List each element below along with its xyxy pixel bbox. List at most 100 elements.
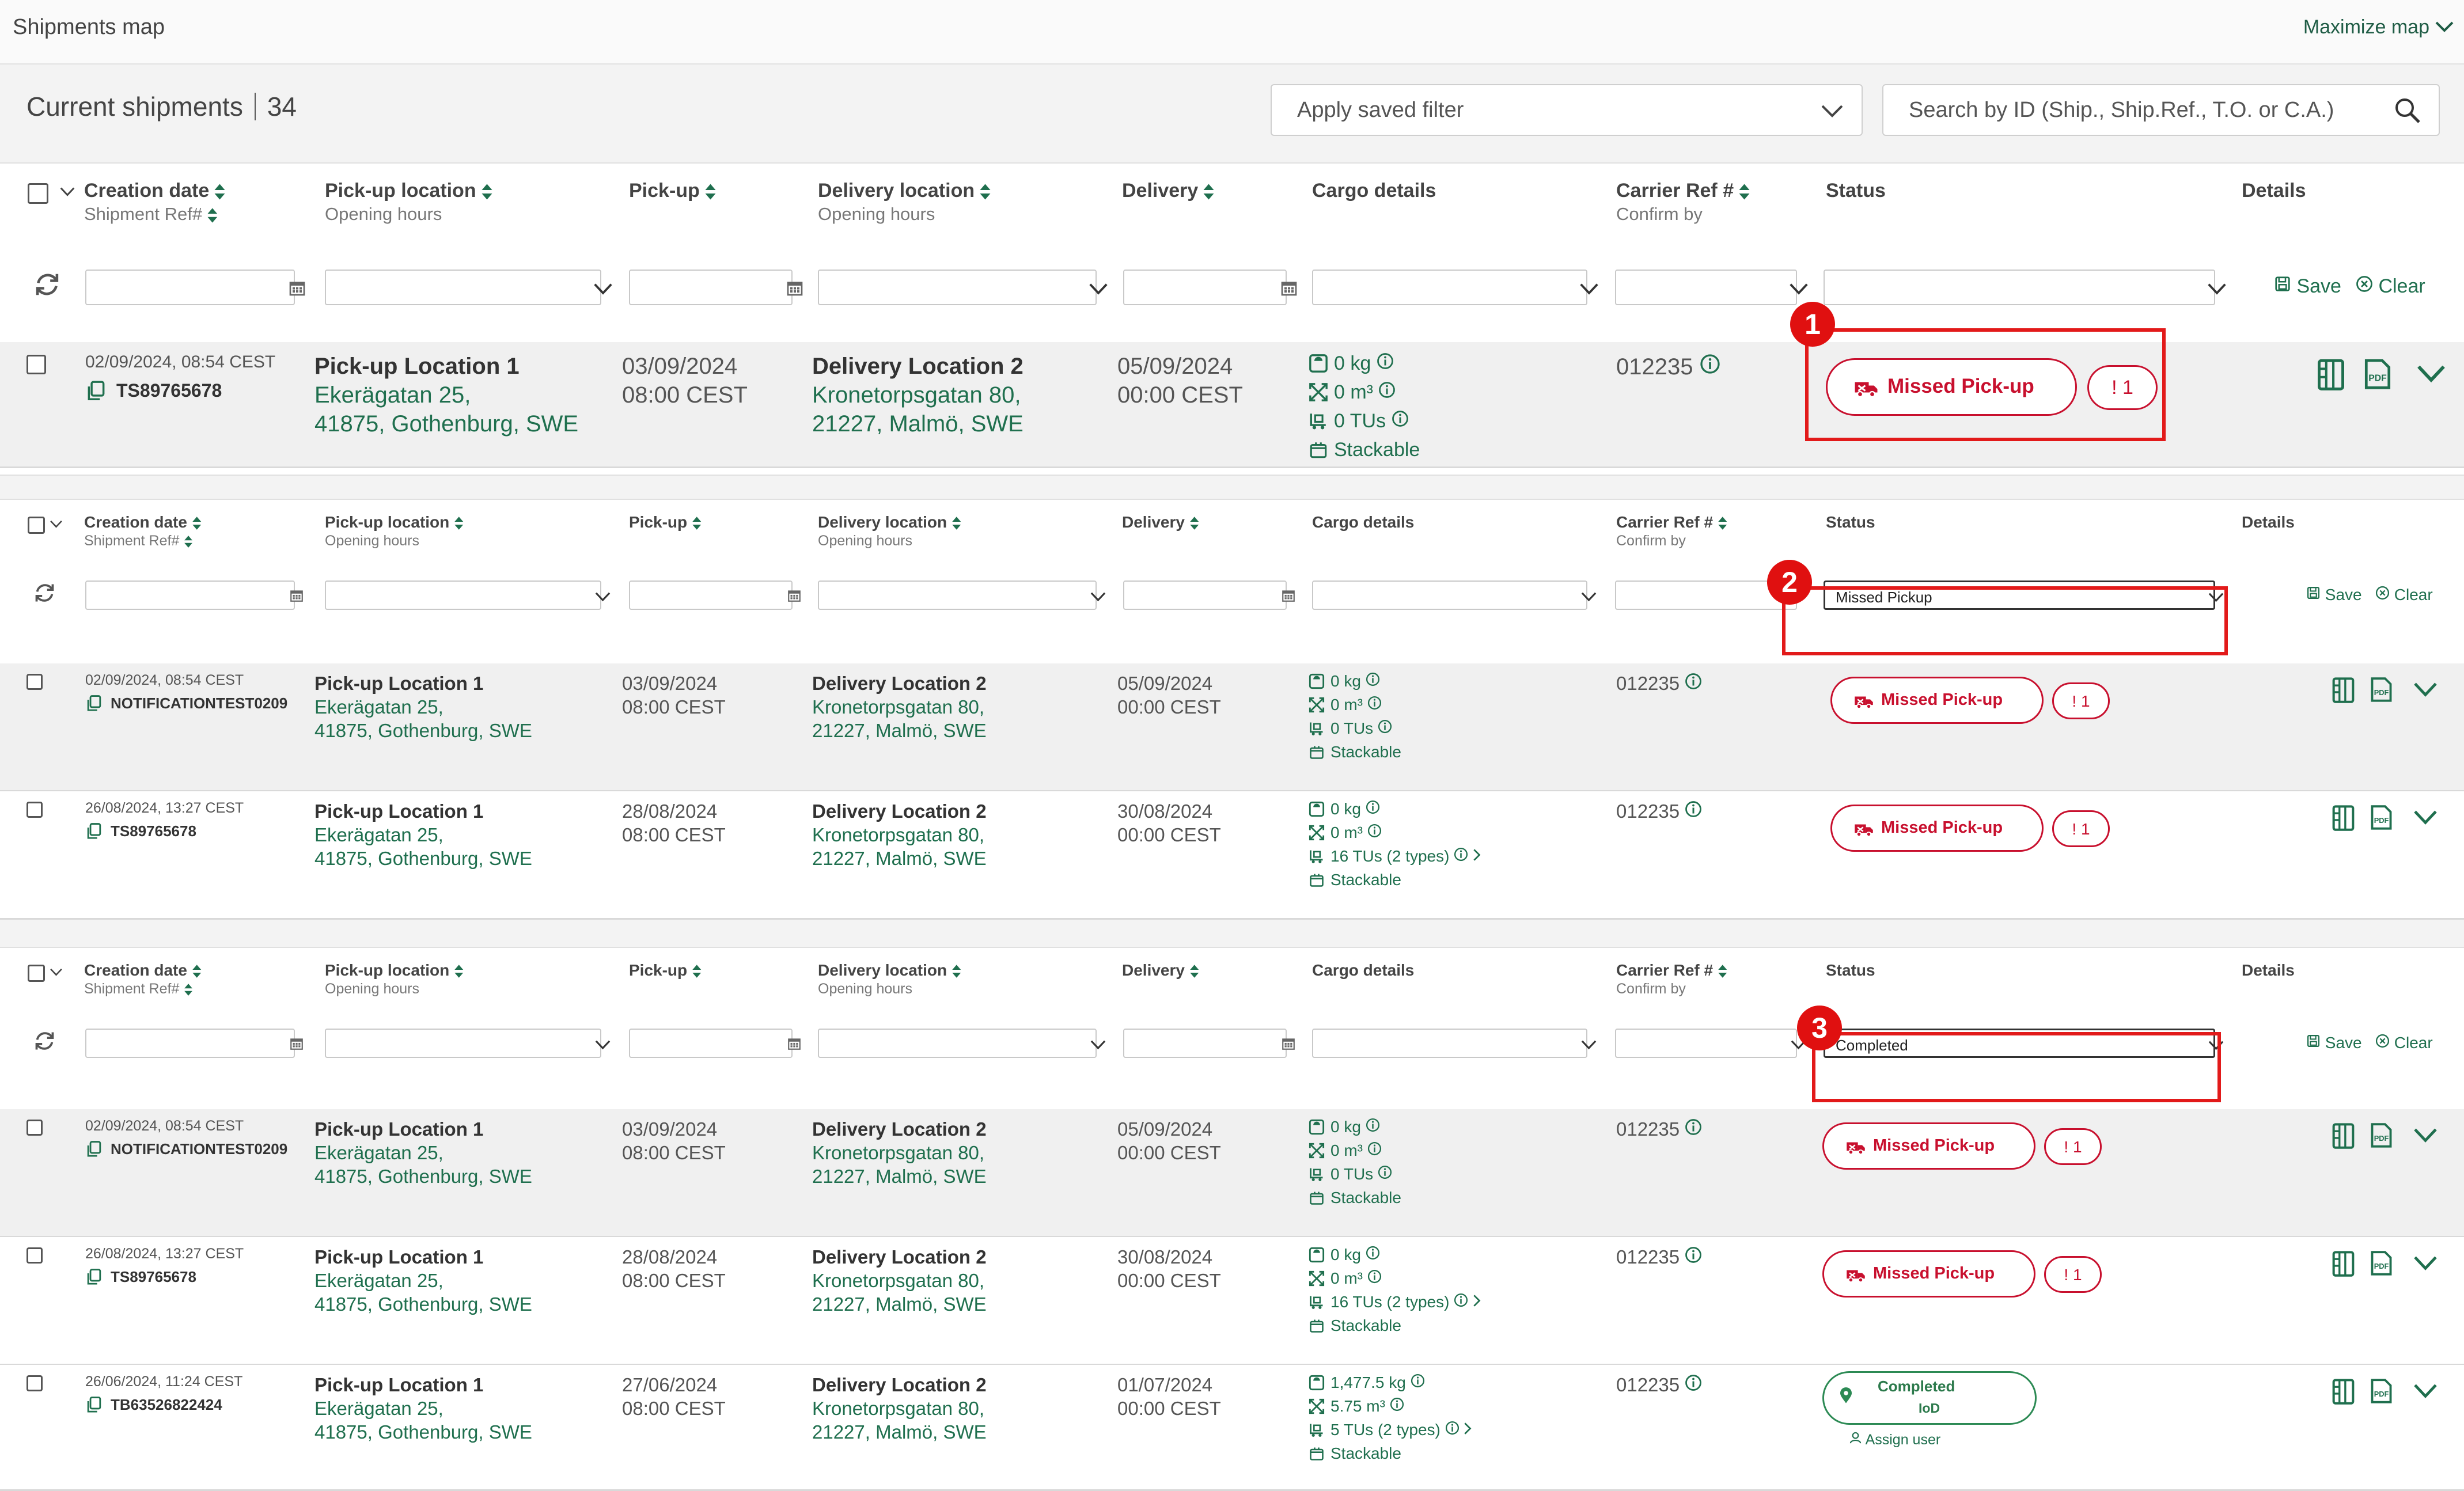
sort-icon[interactable] (692, 964, 702, 978)
info-icon[interactable] (1367, 1269, 1382, 1284)
status-badge[interactable]: Missed Pick-up (1822, 1122, 2035, 1170)
column-header-details[interactable]: Details (2242, 961, 2295, 980)
pickup-date-filter[interactable] (629, 1029, 801, 1058)
sort-icon[interactable] (184, 983, 193, 996)
info-icon[interactable] (1366, 800, 1380, 814)
sort-icon[interactable] (1203, 183, 1215, 200)
column-header-delivery[interactable]: Delivery (1122, 961, 1199, 980)
delivery-location-filter[interactable] (818, 270, 1108, 305)
info-icon[interactable] (1454, 847, 1468, 862)
column-header-cargo-details[interactable]: Cargo details (1312, 180, 1436, 202)
row-checkbox[interactable] (26, 802, 43, 818)
clear-filter-button[interactable]: Clear (2356, 275, 2425, 298)
column-header-pickup-location[interactable]: Pick-up location (325, 961, 464, 980)
delivery-location-filter[interactable] (818, 581, 1106, 610)
sort-icon[interactable] (454, 516, 464, 530)
sort-icon[interactable] (952, 516, 962, 530)
cargo-filter[interactable] (1312, 270, 1598, 305)
info-icon[interactable] (1700, 354, 1720, 374)
status-badge[interactable]: Missed Pick-up (1830, 677, 2044, 724)
calendar-icon[interactable] (288, 279, 306, 297)
calendar-icon[interactable] (1281, 1036, 1296, 1051)
pdf-icon[interactable]: PDF (2370, 805, 2393, 830)
pickup-date-filter[interactable] (629, 270, 803, 305)
row-checkbox[interactable] (26, 1247, 43, 1264)
column-header-pickup-location[interactable]: Pick-up location (325, 180, 493, 202)
table-row[interactable]: 26/08/2024, 13:27 CEST TS89765678 Pick-up … (0, 1237, 2464, 1365)
info-icon[interactable] (1390, 1397, 1404, 1412)
column-header-creation-date[interactable]: Creation date (84, 961, 202, 980)
column-header-cargo-details[interactable]: Cargo details (1312, 961, 1414, 980)
maximize-map-link[interactable]: Maximize map (2303, 16, 2429, 39)
info-icon[interactable] (1366, 672, 1380, 686)
column-header-status[interactable]: Status (1826, 513, 1875, 532)
sort-icon[interactable] (1718, 516, 1728, 530)
column-header-cargo-details[interactable]: Cargo details (1312, 513, 1414, 532)
column-header-pickup-location[interactable]: Pick-up location (325, 513, 464, 532)
delivery-date-filter[interactable] (1123, 581, 1295, 610)
info-icon[interactable] (1685, 1374, 1702, 1391)
copy-icon[interactable] (85, 1396, 103, 1414)
column-header-status[interactable]: Status (1826, 180, 1886, 202)
save-filter-button[interactable]: Save (2274, 275, 2341, 298)
chevron-right-icon[interactable] (1464, 1422, 1472, 1435)
sort-icon[interactable] (214, 183, 226, 200)
delivery-date-filter[interactable] (1123, 1029, 1295, 1058)
carrier-ref-filter[interactable] (1615, 270, 1808, 305)
status-badge[interactable]: Missed Pick-up (1830, 805, 2044, 852)
creation-date-filter[interactable] (85, 581, 303, 610)
sort-icon[interactable] (207, 207, 218, 223)
info-icon[interactable] (1367, 696, 1382, 710)
column-header-pickup[interactable]: Pick-up (629, 961, 702, 980)
document-icon[interactable] (2332, 805, 2355, 832)
sort-icon[interactable] (952, 964, 962, 978)
info-icon[interactable] (1367, 824, 1382, 838)
row-checkbox[interactable] (26, 1120, 43, 1136)
column-header-delivery[interactable]: Delivery (1122, 513, 1199, 532)
alert-count-badge[interactable]: ! 1 (2044, 1128, 2102, 1165)
row-checkbox[interactable] (26, 355, 46, 374)
column-header-delivery[interactable]: Delivery (1122, 180, 1215, 202)
sort-icon[interactable] (192, 516, 202, 530)
document-icon[interactable] (2317, 358, 2345, 392)
column-header-status[interactable]: Status (1826, 961, 1875, 980)
sort-icon[interactable] (192, 964, 202, 978)
status-filter[interactable] (1824, 270, 2226, 305)
row-checkbox[interactable] (26, 674, 43, 690)
info-icon[interactable] (1411, 1374, 1425, 1388)
info-icon[interactable] (1366, 1118, 1380, 1132)
info-icon[interactable] (1454, 1293, 1468, 1307)
chevron-right-icon[interactable] (1473, 848, 1481, 862)
delivery-location-filter[interactable] (818, 1029, 1106, 1058)
refresh-icon[interactable] (32, 581, 57, 605)
delivery-date-filter[interactable] (1123, 270, 1297, 305)
info-icon[interactable] (1367, 1141, 1382, 1156)
select-all-checkbox[interactable] (28, 965, 45, 982)
info-icon[interactable] (1392, 410, 1409, 427)
sort-icon[interactable] (1718, 964, 1728, 978)
cargo-filter[interactable] (1312, 1029, 1597, 1058)
column-header-creation-date[interactable]: Creation date (84, 513, 202, 532)
column-header-delivery-location[interactable]: Delivery location (818, 961, 962, 980)
info-icon[interactable] (1366, 1246, 1380, 1260)
sort-icon[interactable] (184, 535, 193, 548)
info-icon[interactable] (1685, 800, 1702, 818)
info-icon[interactable] (1378, 381, 1396, 399)
copy-icon[interactable] (85, 1268, 103, 1286)
row-checkbox[interactable] (26, 1375, 43, 1391)
info-icon[interactable] (1377, 352, 1394, 370)
column-header-pickup[interactable]: Pick-up (629, 513, 702, 532)
document-icon[interactable] (2332, 1122, 2355, 1149)
saved-filter-select[interactable]: Apply saved filter (1271, 84, 1863, 136)
assign-user-link[interactable]: Assign user (1849, 1431, 1940, 1448)
sort-icon[interactable] (1738, 183, 1750, 200)
calendar-icon[interactable] (1280, 279, 1298, 297)
calendar-icon[interactable] (1281, 588, 1296, 603)
pickup-date-filter[interactable] (629, 581, 801, 610)
column-header-carrier-ref[interactable]: Carrier Ref # (1616, 961, 1728, 980)
calendar-icon[interactable] (787, 588, 802, 603)
sort-icon[interactable] (481, 183, 493, 200)
info-icon[interactable] (1445, 1421, 1460, 1435)
info-icon[interactable] (1685, 1118, 1702, 1136)
info-icon[interactable] (1378, 1165, 1392, 1179)
